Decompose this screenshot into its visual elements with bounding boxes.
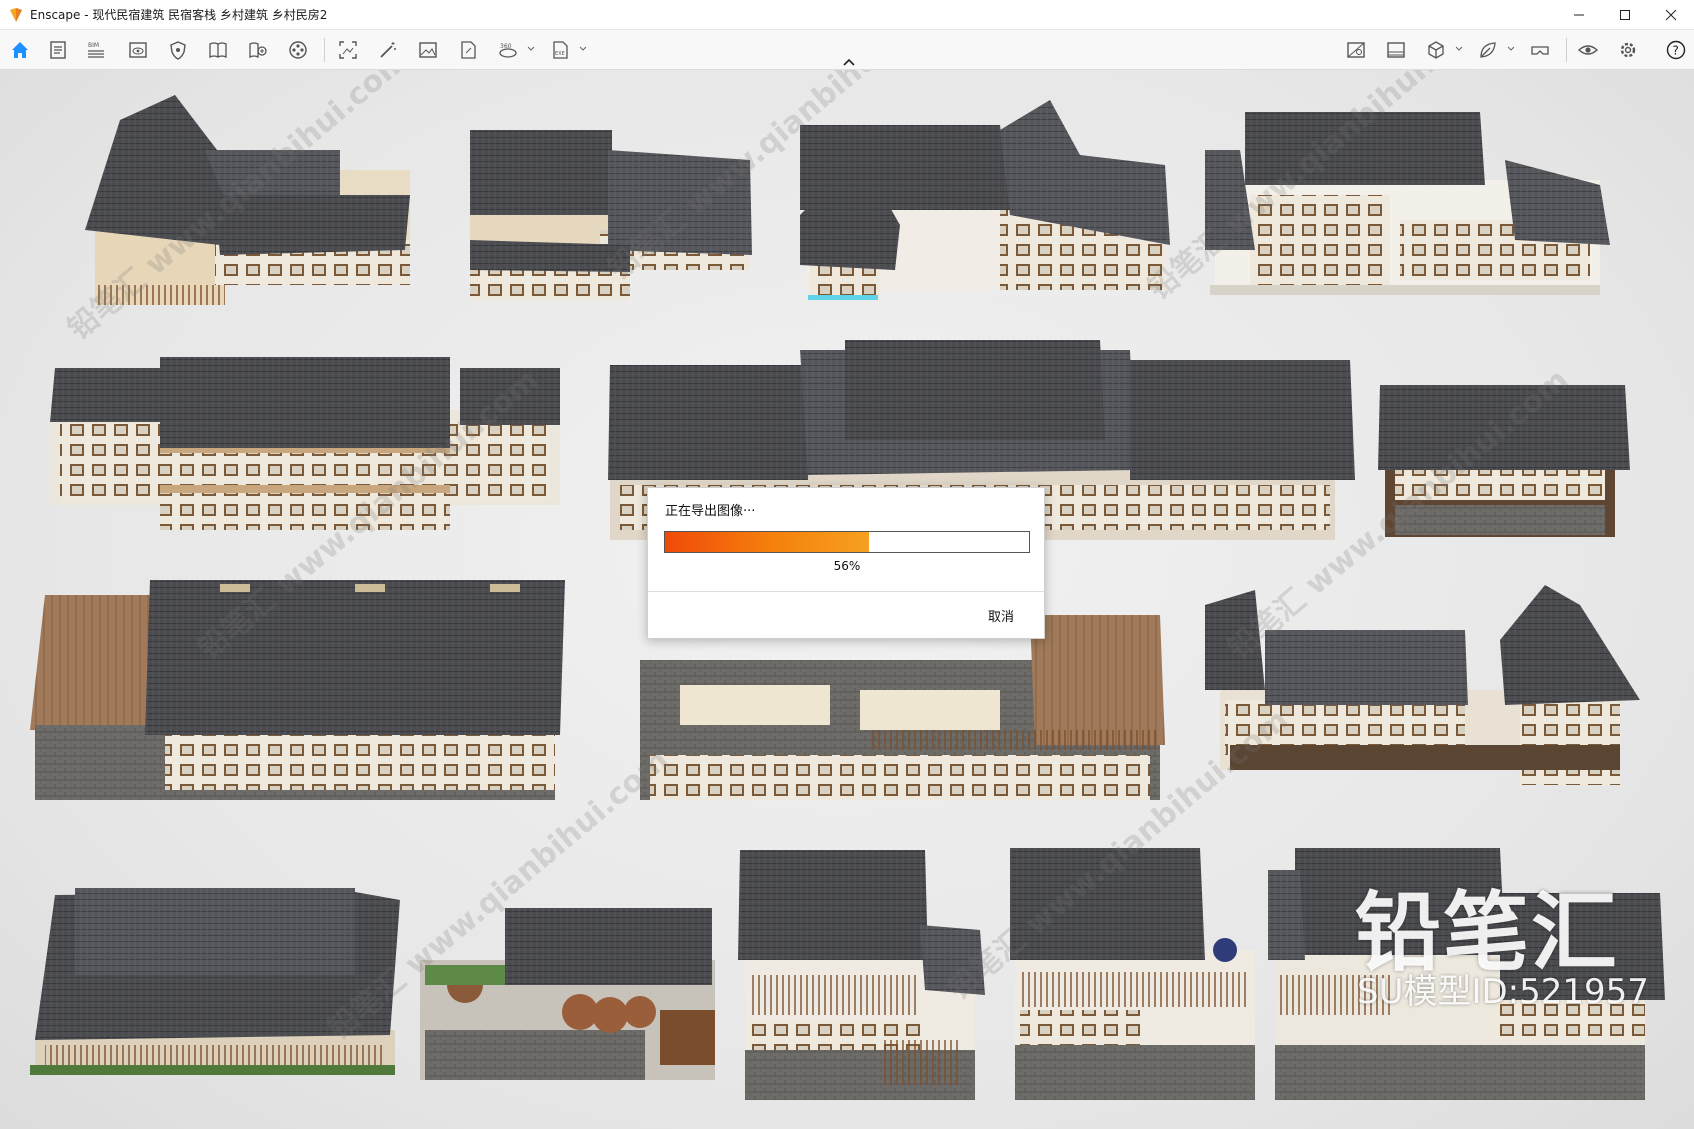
home-button[interactable]	[8, 38, 32, 62]
export-file-icon	[461, 41, 476, 59]
window-title: Enscape - 现代民宿建筑 民宿客栈 乡村建筑 乡村民房2	[30, 8, 328, 22]
chevron-down-icon[interactable]	[1506, 44, 1516, 54]
watermark-model-id: SU模型ID:521957	[1357, 972, 1649, 1012]
atmosphere-icon	[1387, 42, 1405, 58]
cancel-button[interactable]: 取消	[988, 606, 1014, 625]
building-model-10[interactable]	[1205, 585, 1640, 785]
visual-settings-button[interactable]	[1344, 38, 1368, 62]
vr-headset-icon	[1531, 46, 1549, 55]
building-model-8[interactable]	[30, 580, 565, 800]
book-button[interactable]	[206, 38, 230, 62]
svg-text:?: ?	[1673, 44, 1679, 58]
settings-gear-icon	[1620, 42, 1636, 58]
export-file-button[interactable]	[456, 38, 480, 62]
maximize-button[interactable]	[1602, 0, 1648, 30]
building-model-9[interactable]	[640, 615, 1165, 800]
shield-button[interactable]	[166, 38, 190, 62]
building-model-7[interactable]	[1378, 385, 1630, 537]
building-model-12[interactable]	[420, 908, 715, 1080]
bim-button[interactable]: BIM	[84, 38, 108, 62]
screenshot-button[interactable]	[336, 38, 360, 62]
close-icon	[1665, 9, 1677, 21]
view-button[interactable]	[126, 38, 150, 62]
chevron-down-icon[interactable]	[578, 44, 588, 54]
reel-icon	[289, 41, 307, 59]
cube-button[interactable]	[1424, 38, 1448, 62]
enscape-logo-icon	[10, 7, 22, 22]
progress-bar	[664, 531, 1030, 553]
building-model-1[interactable]	[85, 95, 410, 305]
toolbar-separator	[1566, 38, 1567, 62]
building-model-5[interactable]	[50, 357, 560, 530]
svg-text:EXE: EXE	[555, 51, 565, 57]
chevron-down-icon[interactable]	[1454, 44, 1464, 54]
title-bar: Enscape - 现代民宿建筑 民宿客栈 乡村建筑 乡村民房2	[0, 0, 1694, 30]
close-button[interactable]	[1648, 0, 1694, 30]
atmosphere-button[interactable]	[1384, 38, 1408, 62]
vr-headset-button[interactable]	[1528, 38, 1552, 62]
building-model-14[interactable]	[1010, 848, 1255, 1100]
eye-icon	[1577, 45, 1599, 55]
view-icon	[129, 42, 147, 58]
chevron-down-icon[interactable]	[526, 44, 536, 54]
visual-settings-icon	[1347, 42, 1365, 58]
progress-bar-fill	[665, 532, 869, 552]
leaf-button[interactable]	[1476, 38, 1500, 62]
image-icon	[419, 42, 437, 58]
settings-button[interactable]	[1616, 38, 1640, 62]
image-button[interactable]	[416, 38, 440, 62]
building-model-13[interactable]	[738, 850, 985, 1100]
collapse-toolbar-icon[interactable]	[840, 56, 858, 68]
building-model-11[interactable]	[30, 888, 400, 1075]
minimize-button[interactable]	[1556, 0, 1602, 30]
leaf-icon	[1480, 42, 1496, 58]
building-model-3[interactable]	[800, 100, 1170, 300]
maximize-icon	[1620, 10, 1630, 20]
exe-export-icon: EXE	[553, 41, 568, 59]
minimize-icon	[1574, 14, 1584, 16]
shield-icon	[170, 41, 186, 60]
dialog-title: 正在导出图像···	[665, 504, 756, 519]
book-icon	[209, 42, 227, 59]
svg-text:BIM: BIM	[88, 42, 99, 49]
building-model-2[interactable]	[470, 130, 752, 300]
exe-export-button[interactable]: EXE	[548, 38, 572, 62]
help-button[interactable]: ?	[1664, 38, 1688, 62]
eye-button[interactable]	[1576, 38, 1600, 62]
export-progress-dialog: 正在导出图像··· 56% 取消	[647, 487, 1045, 639]
toolbar-separator	[324, 38, 325, 62]
notes-button[interactable]	[46, 38, 70, 62]
asset-icon	[249, 42, 267, 59]
magic-wand-icon	[380, 42, 396, 58]
cube-icon	[1428, 41, 1444, 59]
building-model-4[interactable]	[1205, 112, 1610, 295]
progress-percent: 56%	[833, 559, 861, 573]
video-editor-button[interactable]	[286, 38, 310, 62]
panorama-360-icon: 360	[499, 43, 517, 58]
bim-icon: BIM	[88, 42, 104, 58]
notes-icon	[50, 41, 66, 59]
magic-wand-button[interactable]	[376, 38, 400, 62]
dialog-divider	[648, 591, 1044, 592]
home-icon	[12, 42, 28, 58]
screenshot-icon	[339, 41, 357, 59]
panorama-button[interactable]: 360	[496, 38, 520, 62]
help-icon: ?	[1666, 40, 1686, 60]
window-controls	[1556, 0, 1694, 30]
asset-library-button[interactable]	[246, 38, 270, 62]
